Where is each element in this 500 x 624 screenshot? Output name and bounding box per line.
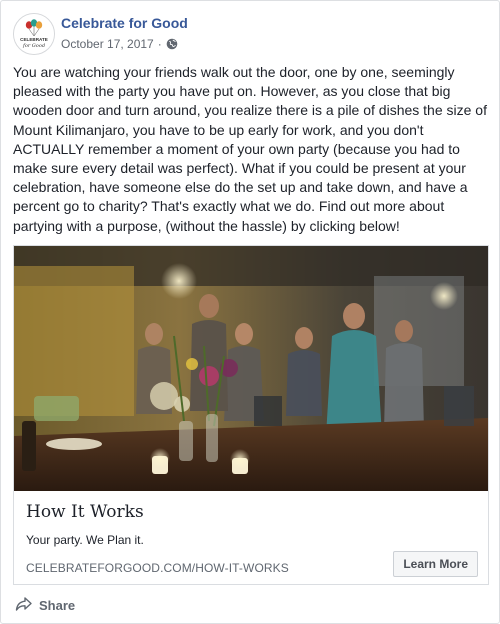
- celebrate-for-good-logo: CELEBRATE for Good: [14, 14, 54, 54]
- page-name-link[interactable]: Celebrate for Good: [61, 15, 188, 31]
- svg-text:CELEBRATE: CELEBRATE: [20, 37, 48, 42]
- link-domain: CELEBRATEFORGOOD.COM/HOW-IT-WORKS: [26, 561, 289, 575]
- post-body: You are watching your friends walk out t…: [13, 64, 487, 234]
- link-preview-info[interactable]: How It Works Your party. We Plan it. CEL…: [14, 492, 488, 584]
- svg-text:for Good: for Good: [22, 43, 45, 49]
- share-arrow-icon: [15, 596, 33, 615]
- link-preview[interactable]: How It Works Your party. We Plan it. CEL…: [13, 245, 489, 585]
- learn-more-button[interactable]: Learn More: [393, 551, 478, 577]
- party-photo: [14, 246, 488, 491]
- post-meta: October 17, 2017 ·: [61, 37, 178, 51]
- post-date[interactable]: October 17, 2017: [61, 37, 154, 51]
- share-label: Share: [39, 597, 76, 613]
- post-header: CELEBRATE for Good Celebrate for Good Oc…: [13, 13, 483, 57]
- link-preview-image[interactable]: [14, 246, 488, 491]
- share-button[interactable]: Share: [15, 594, 75, 616]
- link-title[interactable]: How It Works: [26, 502, 144, 522]
- meta-separator: ·: [157, 37, 162, 51]
- globe-icon[interactable]: [166, 38, 178, 50]
- link-description: Your party. We Plan it.: [26, 533, 144, 547]
- avatar[interactable]: CELEBRATE for Good: [13, 13, 55, 55]
- post-card: CELEBRATE for Good Celebrate for Good Oc…: [0, 0, 500, 624]
